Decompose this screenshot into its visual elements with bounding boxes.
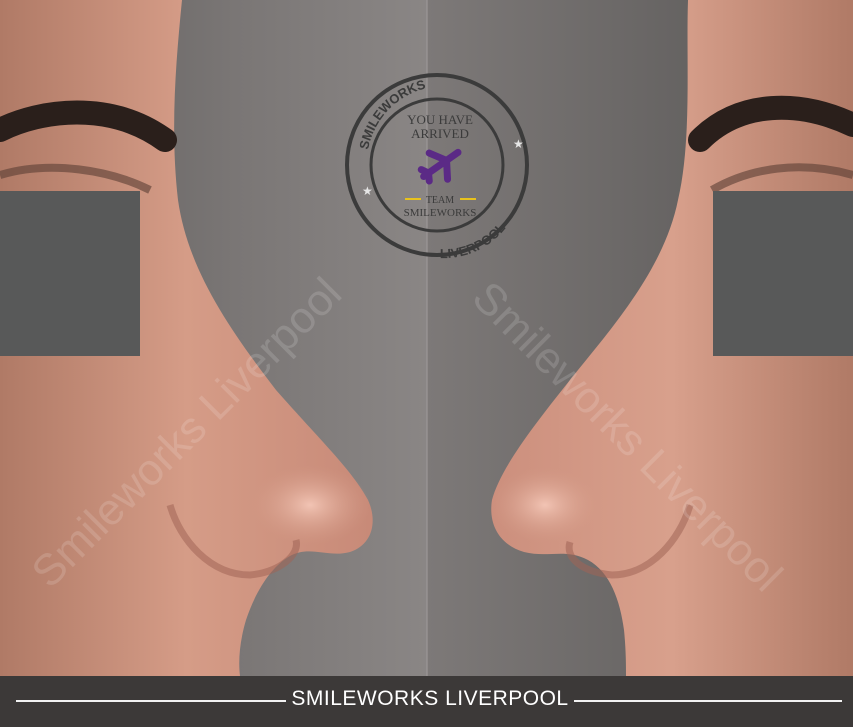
caption-text: SMILEWORKS LIVERPOOL <box>291 687 569 710</box>
comparison-scene: Smileworks Liverpool Smileworks Liverpoo… <box>0 0 853 727</box>
left-nose-tip-highlight <box>250 465 370 545</box>
stamp-team-line2: SMILEWORKS <box>404 207 477 219</box>
before-after-photo: Smileworks Liverpool Smileworks Liverpoo… <box>0 0 853 727</box>
stamp-line1: YOU HAVE <box>407 112 473 127</box>
stamp-star-right-icon: ★ <box>513 137 524 151</box>
caption-rule-right <box>574 700 842 702</box>
right-privacy-box <box>713 191 853 356</box>
stamp-line2: ARRIVED <box>411 126 469 141</box>
stamp-team-line1: TEAM <box>426 195 454 206</box>
left-privacy-box <box>0 191 140 356</box>
caption-rule-left <box>16 700 286 702</box>
right-nose-tip-highlight <box>490 467 600 543</box>
stamp-star-left-icon: ★ <box>362 184 373 198</box>
